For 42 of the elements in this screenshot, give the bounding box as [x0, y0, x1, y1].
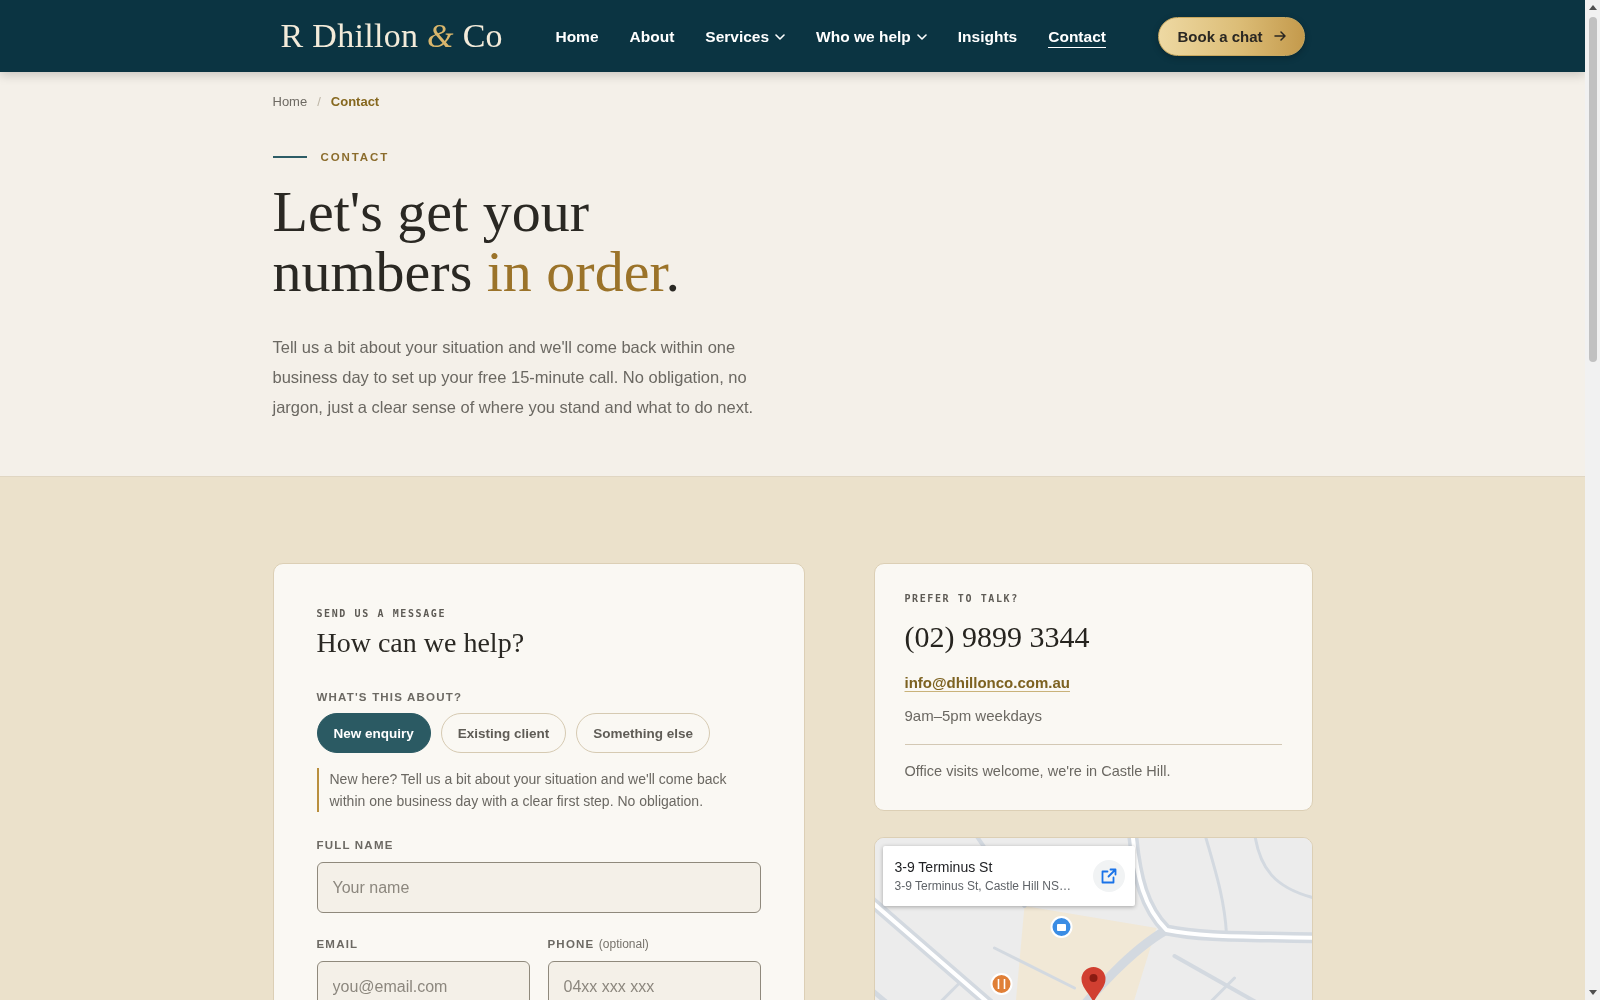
section-eyebrow: CONTACT: [320, 150, 390, 165]
info-note: New here? Tell us a bit about your situation and we'll come back within one business day with a clear first step. No obligation.: [316, 768, 761, 812]
office-hours: 9am–5pm weekdays: [904, 706, 1043, 726]
arrow-right-icon: [1273, 31, 1286, 41]
nav-link[interactable]: Insights: [957, 24, 1018, 48]
chevron-down-icon: [916, 33, 927, 40]
field-label: FULL NAME: [316, 838, 395, 853]
breadcrumb-link[interactable]: Contact: [330, 93, 380, 111]
contact-eyebrow: PREFER TO TALK?: [904, 592, 1019, 606]
nav-link[interactable]: Home: [555, 24, 599, 48]
nav-link[interactable]: About: [629, 24, 675, 48]
input-field[interactable]: 04xx xxx xxx: [547, 961, 761, 1000]
open-map-button[interactable]: [1092, 860, 1125, 892]
nav-link[interactable]: Contact: [1048, 24, 1106, 48]
field-label: EMAIL: [316, 937, 360, 952]
email-link[interactable]: info@dhillonco.com.au: [904, 673, 1070, 693]
nav-link[interactable]: Who we help: [816, 24, 927, 48]
external-link-icon: [1100, 868, 1117, 884]
phone-number: (02) 9899 3344: [904, 619, 1090, 655]
breadcrumb-link[interactable]: Home: [272, 93, 308, 111]
logo[interactable]: R Dhillon & Co: [280, 16, 503, 56]
scrollbar[interactable]: [1585, 0, 1600, 1000]
field-label: PHONE (optional): [547, 936, 650, 952]
breadcrumb-separator: /: [317, 93, 321, 111]
accent-line: [272, 156, 307, 158]
office-note: Office visits welcome, we're in Castle Hill.: [904, 762, 1171, 781]
intro-paragraph: Tell us a bit about your situation and we'll come back within one business day to set up your free 15-minute call. No obligation, no jargon, just a clear sense of where you stand and what to do next.: [272, 337, 755, 418]
input-field[interactable]: you@email.com: [316, 961, 530, 1000]
topic-label: WHAT'S THIS ABOUT?: [316, 690, 464, 705]
form-eyebrow: SEND US A MESSAGE: [316, 607, 448, 621]
scroll-down-icon[interactable]: [1588, 990, 1597, 995]
place-address: 3-9 Terminus St, Castle Hill NS…: [894, 878, 1071, 894]
topic-option[interactable]: New enquiry: [316, 713, 431, 753]
chevron-down-icon: [775, 33, 786, 40]
scrollbar-thumb[interactable]: [1588, 17, 1597, 362]
hero-heading: Let's get your numbers in order.: [272, 182, 682, 302]
input-field[interactable]: Your name: [316, 862, 761, 913]
nav-link[interactable]: Services: [705, 24, 786, 48]
form-heading: How can we help?: [316, 626, 526, 660]
place-title: 3-9 Terminus St: [894, 858, 994, 876]
scroll-up-icon[interactable]: [1588, 5, 1597, 10]
book-chat-button[interactable]: Book a chat: [1158, 16, 1305, 56]
